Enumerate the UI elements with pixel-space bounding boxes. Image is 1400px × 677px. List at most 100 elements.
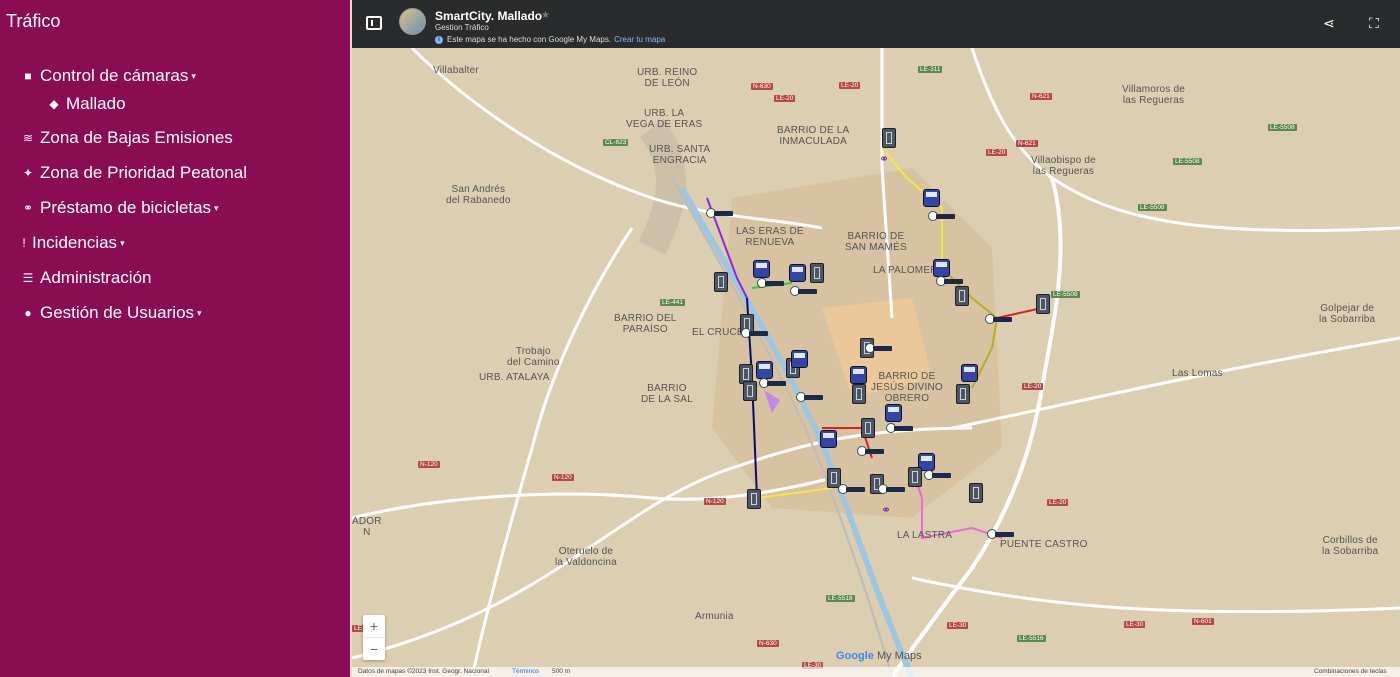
road-badge: LE-5508: [1173, 158, 1202, 165]
road-badge: LE-311: [918, 66, 943, 73]
road-badge: LE-20: [1047, 499, 1069, 506]
camera-marker[interactable]: [908, 467, 922, 487]
road-badge: CL-623: [603, 139, 629, 146]
star-icon[interactable]: ★: [541, 10, 550, 21]
camera-marker[interactable]: [969, 483, 983, 503]
road-badge: LE-20: [774, 95, 796, 102]
traffic-sensor-marker[interactable]: [838, 484, 866, 494]
bus-marker[interactable]: [753, 260, 770, 278]
chevron-down-icon: ▾: [214, 203, 219, 213]
nav-zona-prioridad-peatonal[interactable]: ✦ Zona de Prioridad Peatonal: [0, 155, 350, 190]
nav-administracion[interactable]: ☰ Administración: [0, 260, 350, 295]
nav-label: Zona de Prioridad Peatonal: [40, 162, 247, 182]
traffic-sensor-marker[interactable]: [886, 423, 914, 433]
camera-marker[interactable]: [861, 418, 875, 438]
sidebar-brand[interactable]: Tráfico: [6, 11, 60, 32]
camera-marker[interactable]: [955, 286, 969, 306]
map-subtitle: Gestion Tráfico: [435, 23, 489, 32]
nav-control-camaras[interactable]: ■ Control de cámaras ▾: [0, 58, 350, 93]
zoom-out-button[interactable]: −: [363, 638, 385, 660]
bus-marker[interactable]: [961, 364, 978, 382]
nav-zona-bajas-emisiones[interactable]: ≋ Zona de Bajas Emisiones: [0, 120, 350, 155]
pedestrian-icon: ✦: [22, 165, 34, 180]
traffic-sensor-marker[interactable]: [741, 328, 769, 338]
camera-marker[interactable]: [882, 128, 896, 148]
traffic-sensor-marker[interactable]: [706, 208, 734, 218]
traffic-sensor-marker[interactable]: [865, 343, 893, 353]
place-label: Las Lomas: [1172, 368, 1223, 379]
bus-marker[interactable]: [756, 361, 773, 379]
road-badge: N-621: [1016, 140, 1038, 147]
road-badge: N-630: [751, 83, 773, 90]
share-icon[interactable]: ⋖: [1323, 15, 1335, 32]
place-label: Trobajo del Camino: [507, 346, 560, 368]
nav-label: Gestión de Usuarios: [40, 302, 195, 322]
traffic-sensor-marker[interactable]: [857, 446, 885, 456]
bus-marker[interactable]: [923, 189, 940, 207]
road-badge: N-601: [1192, 618, 1214, 625]
traffic-sensor-marker[interactable]: [757, 278, 785, 288]
road-badge: LE-5508: [1138, 204, 1167, 211]
place-label: Armunia: [695, 611, 734, 622]
traffic-sensor-marker[interactable]: [985, 314, 1013, 324]
map-embed[interactable]: SmartCity. Mallado ★ Gestion Tráfico i E…: [352, 0, 1400, 677]
place-label: EL CRUCE: [692, 327, 744, 338]
nav-label: Mallado: [66, 94, 126, 113]
nav-label: Incidencias: [32, 232, 118, 252]
camera-marker[interactable]: [743, 381, 757, 401]
place-label: Villabalter: [433, 65, 479, 76]
fullscreen-icon[interactable]: ⛶: [1369, 15, 1379, 32]
chevron-down-icon: ▾: [197, 308, 202, 318]
road-badge: N-120: [704, 498, 726, 505]
nav-gestion-usuarios[interactable]: ● Gestión de Usuarios ▾: [0, 295, 350, 330]
traffic-sensor-marker[interactable]: [759, 378, 787, 388]
traffic-sensor-marker[interactable]: [928, 211, 956, 221]
camera-marker[interactable]: [956, 384, 970, 404]
traffic-sensor-marker[interactable]: [987, 529, 1015, 539]
create-map-link[interactable]: Crear tu mapa: [614, 35, 665, 44]
place-label: BARRIO DE LA SAL: [641, 383, 693, 405]
bus-marker[interactable]: [789, 264, 806, 282]
nav-mallado[interactable]: ◆ Mallado: [0, 89, 350, 119]
bicycle-station-icon[interactable]: ⚭: [881, 503, 895, 517]
traffic-sensor-marker[interactable]: [936, 276, 964, 286]
traffic-sensor-marker[interactable]: [878, 484, 906, 494]
camera-marker[interactable]: [852, 384, 866, 404]
traffic-sensor-marker[interactable]: [790, 286, 818, 296]
road-badge: LE-441: [660, 299, 685, 306]
traffic-sensor-marker[interactable]: [924, 470, 952, 480]
road-badge: LE-5516: [1017, 635, 1046, 642]
map-thumbnail: [399, 8, 426, 35]
camera-marker[interactable]: [714, 272, 728, 292]
notice-text: Este mapa se ha hecho con Google My Maps…: [447, 35, 612, 44]
nav-prestamo-bicicletas[interactable]: ⚭ Préstamo de bicicletas ▾: [0, 190, 350, 225]
place-label: LAS ERAS DE RENUEVA: [736, 226, 804, 248]
place-label: PUENTE CASTRO: [1000, 539, 1088, 550]
place-label: ADOR N: [352, 516, 382, 538]
bus-marker[interactable]: [933, 259, 950, 277]
sidebar: Tráfico ■ Control de cámaras ▾ ◆ Mallado…: [0, 0, 350, 677]
place-label: BARRIO DE SAN MAMÉS: [845, 231, 907, 253]
terms-link[interactable]: Términos: [512, 668, 539, 675]
chevron-down-icon: ▾: [120, 238, 125, 248]
keyboard-shortcuts-link[interactable]: Combinaciones de teclas: [1314, 668, 1387, 675]
sidebar-toggle-icon[interactable]: [366, 16, 382, 30]
bus-marker[interactable]: [791, 350, 808, 368]
traffic-sensor-marker[interactable]: [796, 392, 824, 402]
zoom-in-button[interactable]: +: [363, 615, 385, 638]
bicycle-station-icon[interactable]: ⚭: [879, 152, 893, 166]
camera-marker[interactable]: [747, 489, 761, 509]
place-label: LA LASTRA: [897, 530, 953, 541]
road-badge: N-120: [552, 474, 574, 481]
road-badge: LE-5508: [1268, 124, 1297, 131]
chevron-down-icon: ▾: [191, 71, 196, 81]
zoom-control: + −: [363, 615, 385, 660]
bus-marker[interactable]: [885, 404, 902, 422]
camera-marker[interactable]: [810, 263, 824, 283]
bus-marker[interactable]: [820, 430, 837, 448]
camera-marker[interactable]: [1036, 294, 1050, 314]
bus-marker[interactable]: [850, 366, 867, 384]
sliders-icon: ☰: [22, 270, 34, 285]
bicycle-icon: ⚭: [22, 200, 34, 215]
nav-incidencias[interactable]: ! Incidencias ▾: [0, 225, 350, 260]
